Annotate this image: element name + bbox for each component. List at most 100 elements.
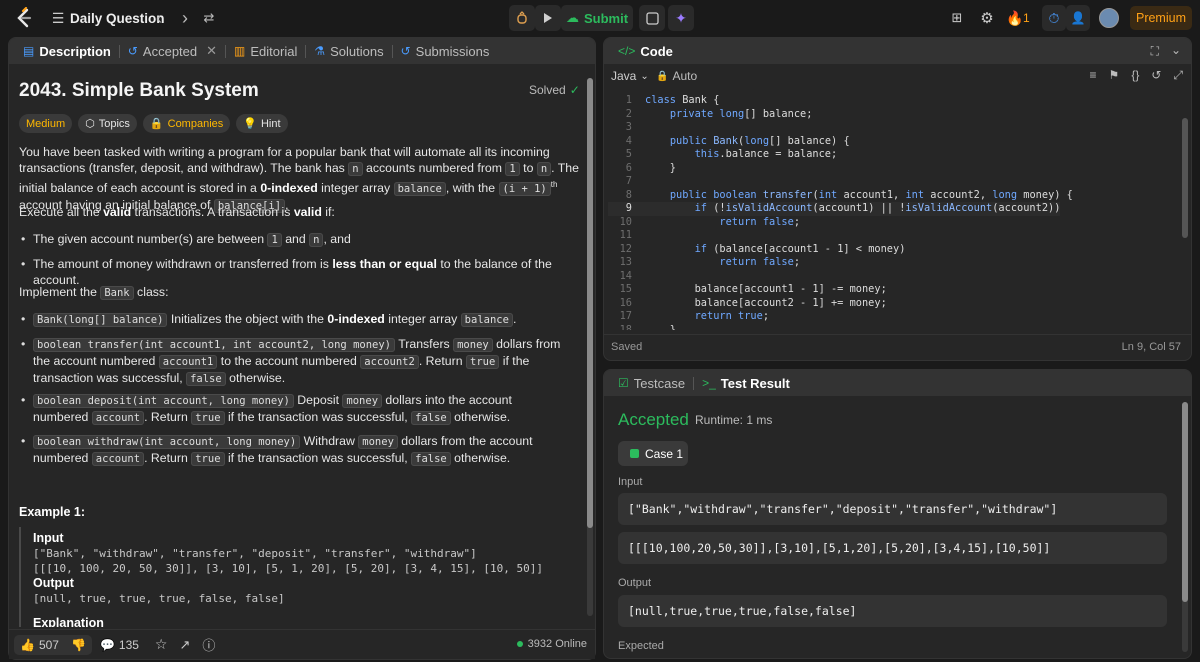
history-icon: ↺ (127, 44, 138, 58)
implement-intro: Implement the Bank class: (19, 285, 169, 300)
close-icon[interactable]: ✕ (206, 43, 217, 59)
code-text: balance[account2 - 1] += money; (645, 296, 887, 309)
accepted-status: Accepted (618, 410, 689, 429)
valid-intro: Execute all the valid transactions. A tr… (19, 205, 335, 219)
tab-solutions[interactable]: ⚗ Solutions (306, 38, 391, 64)
tab-code[interactable]: </> Code (610, 38, 681, 64)
lock-icon: 🔒 (656, 70, 669, 82)
thumbs-down-icon: 👎 (70, 637, 86, 652)
line-number: 9 (625, 202, 632, 214)
topics-tag[interactable]: ⬡ Topics (78, 114, 137, 133)
line-number: 6 (625, 161, 632, 174)
line-number: 15 (619, 283, 632, 295)
code-line[interactable]: 5 this.balance = balance; (608, 148, 837, 162)
input-value: ["Bank","withdraw","transfer","deposit",… (618, 493, 1167, 525)
code-icon: </> (618, 44, 636, 58)
code-line[interactable]: 11 (608, 229, 645, 243)
add-collaborator-icon[interactable]: 👤 (1066, 5, 1090, 31)
line-number: 11 (619, 229, 632, 241)
code-editor[interactable]: 1 class Bank {2 private long[] balance; 3 4… (603, 90, 1183, 330)
companies-tag[interactable]: 🔒 Companies (142, 114, 231, 133)
code-text: } (645, 161, 676, 174)
problem-list-icon[interactable]: ☰ (50, 10, 66, 26)
example-block: Input ["Bank", "withdraw", "transfer", "… (19, 527, 579, 627)
code-line[interactable]: 6 } (608, 162, 676, 176)
online-dot-icon (516, 641, 523, 647)
code-line[interactable]: 15 balance[account1 - 1] -= money; (608, 283, 887, 297)
code-line[interactable]: 8 public boolean transfer(int account1, … (608, 189, 1073, 203)
layout-grid-icon[interactable]: ⊞ (948, 9, 966, 27)
code-line[interactable]: 2 private long[] balance; (608, 108, 813, 122)
code-line[interactable]: 10 return false; (608, 216, 800, 230)
tab-submissions[interactable]: ↺ Submissions (393, 38, 498, 64)
settings-gear-icon[interactable]: ⚙ (978, 9, 996, 27)
thumbs-up-icon: 👍 (20, 637, 35, 652)
checkbox-icon: ☑ (618, 376, 629, 390)
line-number: 16 (619, 296, 632, 309)
code-line[interactable]: 12 if (balance[account1 - 1] < money) (608, 242, 906, 257)
case-tab[interactable]: Case 1 (618, 441, 688, 466)
run-button[interactable] (535, 5, 561, 31)
prev-problem-icon[interactable]: ‹ (150, 8, 168, 28)
code-text: if (balance[account1 - 1] < money) (694, 242, 906, 255)
code-line[interactable]: 17 return true; (608, 310, 769, 324)
streak-fire-icon[interactable]: 🔥 (1006, 9, 1023, 27)
code-line[interactable]: 4 public Bank(long[] balance) { (608, 135, 850, 149)
tab-editorial-label: Editorial (250, 43, 298, 59)
tab-description-label: Description (39, 43, 111, 59)
description-scrollbar[interactable] (587, 78, 593, 616)
scrollbar-thumb[interactable] (1182, 402, 1188, 602)
shuffle-icon[interactable]: ⇄ (200, 9, 218, 27)
language-select[interactable]: Java ⌄ (611, 69, 649, 83)
bookmark-icon[interactable]: ⚑ (1109, 68, 1120, 83)
code-line[interactable]: 1 class Bank { (608, 94, 720, 108)
method-item: boolean withdraw(int account, long money… (19, 433, 564, 467)
tab-test-result[interactable]: >_ Test Result (694, 370, 798, 396)
code-line[interactable]: 16 balance[account2 - 1] += money; (608, 297, 887, 311)
leetcode-logo[interactable] (12, 6, 36, 30)
code-line[interactable]: 9 if (!isValidAccount(account1) || !isVa… (608, 202, 1061, 216)
history-icon: ↺ (400, 44, 411, 58)
reset-icon[interactable]: ↺ (1151, 68, 1161, 83)
favorite-star-icon[interactable]: ☆ (155, 636, 168, 653)
timer-icon[interactable]: ⏱ (1042, 5, 1066, 31)
hint-tag[interactable]: 💡 Hint (236, 114, 288, 133)
user-avatar[interactable] (1099, 8, 1119, 28)
tab-testcase[interactable]: ☑ Testcase (610, 370, 693, 396)
line-number: 5 (625, 148, 632, 160)
next-problem-icon[interactable]: › (176, 8, 194, 28)
tab-editorial[interactable]: ▥ Editorial (226, 38, 305, 64)
chevron-down-icon[interactable]: ⌄ (1171, 43, 1181, 57)
premium-button[interactable]: Premium (1130, 6, 1192, 30)
tab-accepted[interactable]: ↺ Accepted ✕ (120, 38, 225, 64)
like-button[interactable]: 👍 507 (14, 634, 65, 655)
code-line[interactable]: 3 (608, 121, 645, 135)
auto-mode[interactable]: 🔒 Auto (656, 69, 697, 83)
code-line[interactable]: 18 } (608, 324, 676, 331)
code-line[interactable]: 14 (608, 270, 645, 284)
code-text: } (645, 323, 676, 331)
format-icon[interactable]: ≡ (1090, 68, 1097, 83)
fullscreen-icon[interactable]: ⤢ (1173, 68, 1183, 83)
scrollbar-thumb[interactable] (587, 78, 593, 528)
line-number: 12 (619, 242, 632, 255)
book-icon: ▥ (234, 44, 246, 58)
code-line[interactable]: 13 return false; (608, 256, 800, 270)
help-icon[interactable]: ⓘ (202, 635, 215, 654)
solved-status: Solved ✓ (529, 83, 580, 97)
expand-icon[interactable]: ⛶ (1151, 44, 1159, 59)
submit-button[interactable]: ☁ Submit (561, 5, 633, 31)
result-scrollbar[interactable] (1182, 402, 1188, 652)
problem-title: 2043. Simple Bank System (19, 80, 259, 101)
braces-icon[interactable]: {} (1131, 68, 1139, 83)
tab-description[interactable]: ▤ Description (15, 38, 119, 64)
code-text: public boolean transfer(int account1, in… (669, 188, 1073, 201)
comments-button[interactable]: 💬 135 (100, 638, 139, 652)
ai-sparkle-icon[interactable]: ✦ (668, 5, 694, 31)
code-line[interactable]: 7 (608, 175, 645, 189)
debug-icon[interactable] (509, 5, 535, 31)
dislike-button[interactable]: 👎 (64, 634, 92, 655)
notes-icon[interactable] (639, 5, 665, 31)
flask-icon: ⚗ (314, 44, 326, 58)
share-icon[interactable]: ↗ (179, 637, 190, 653)
